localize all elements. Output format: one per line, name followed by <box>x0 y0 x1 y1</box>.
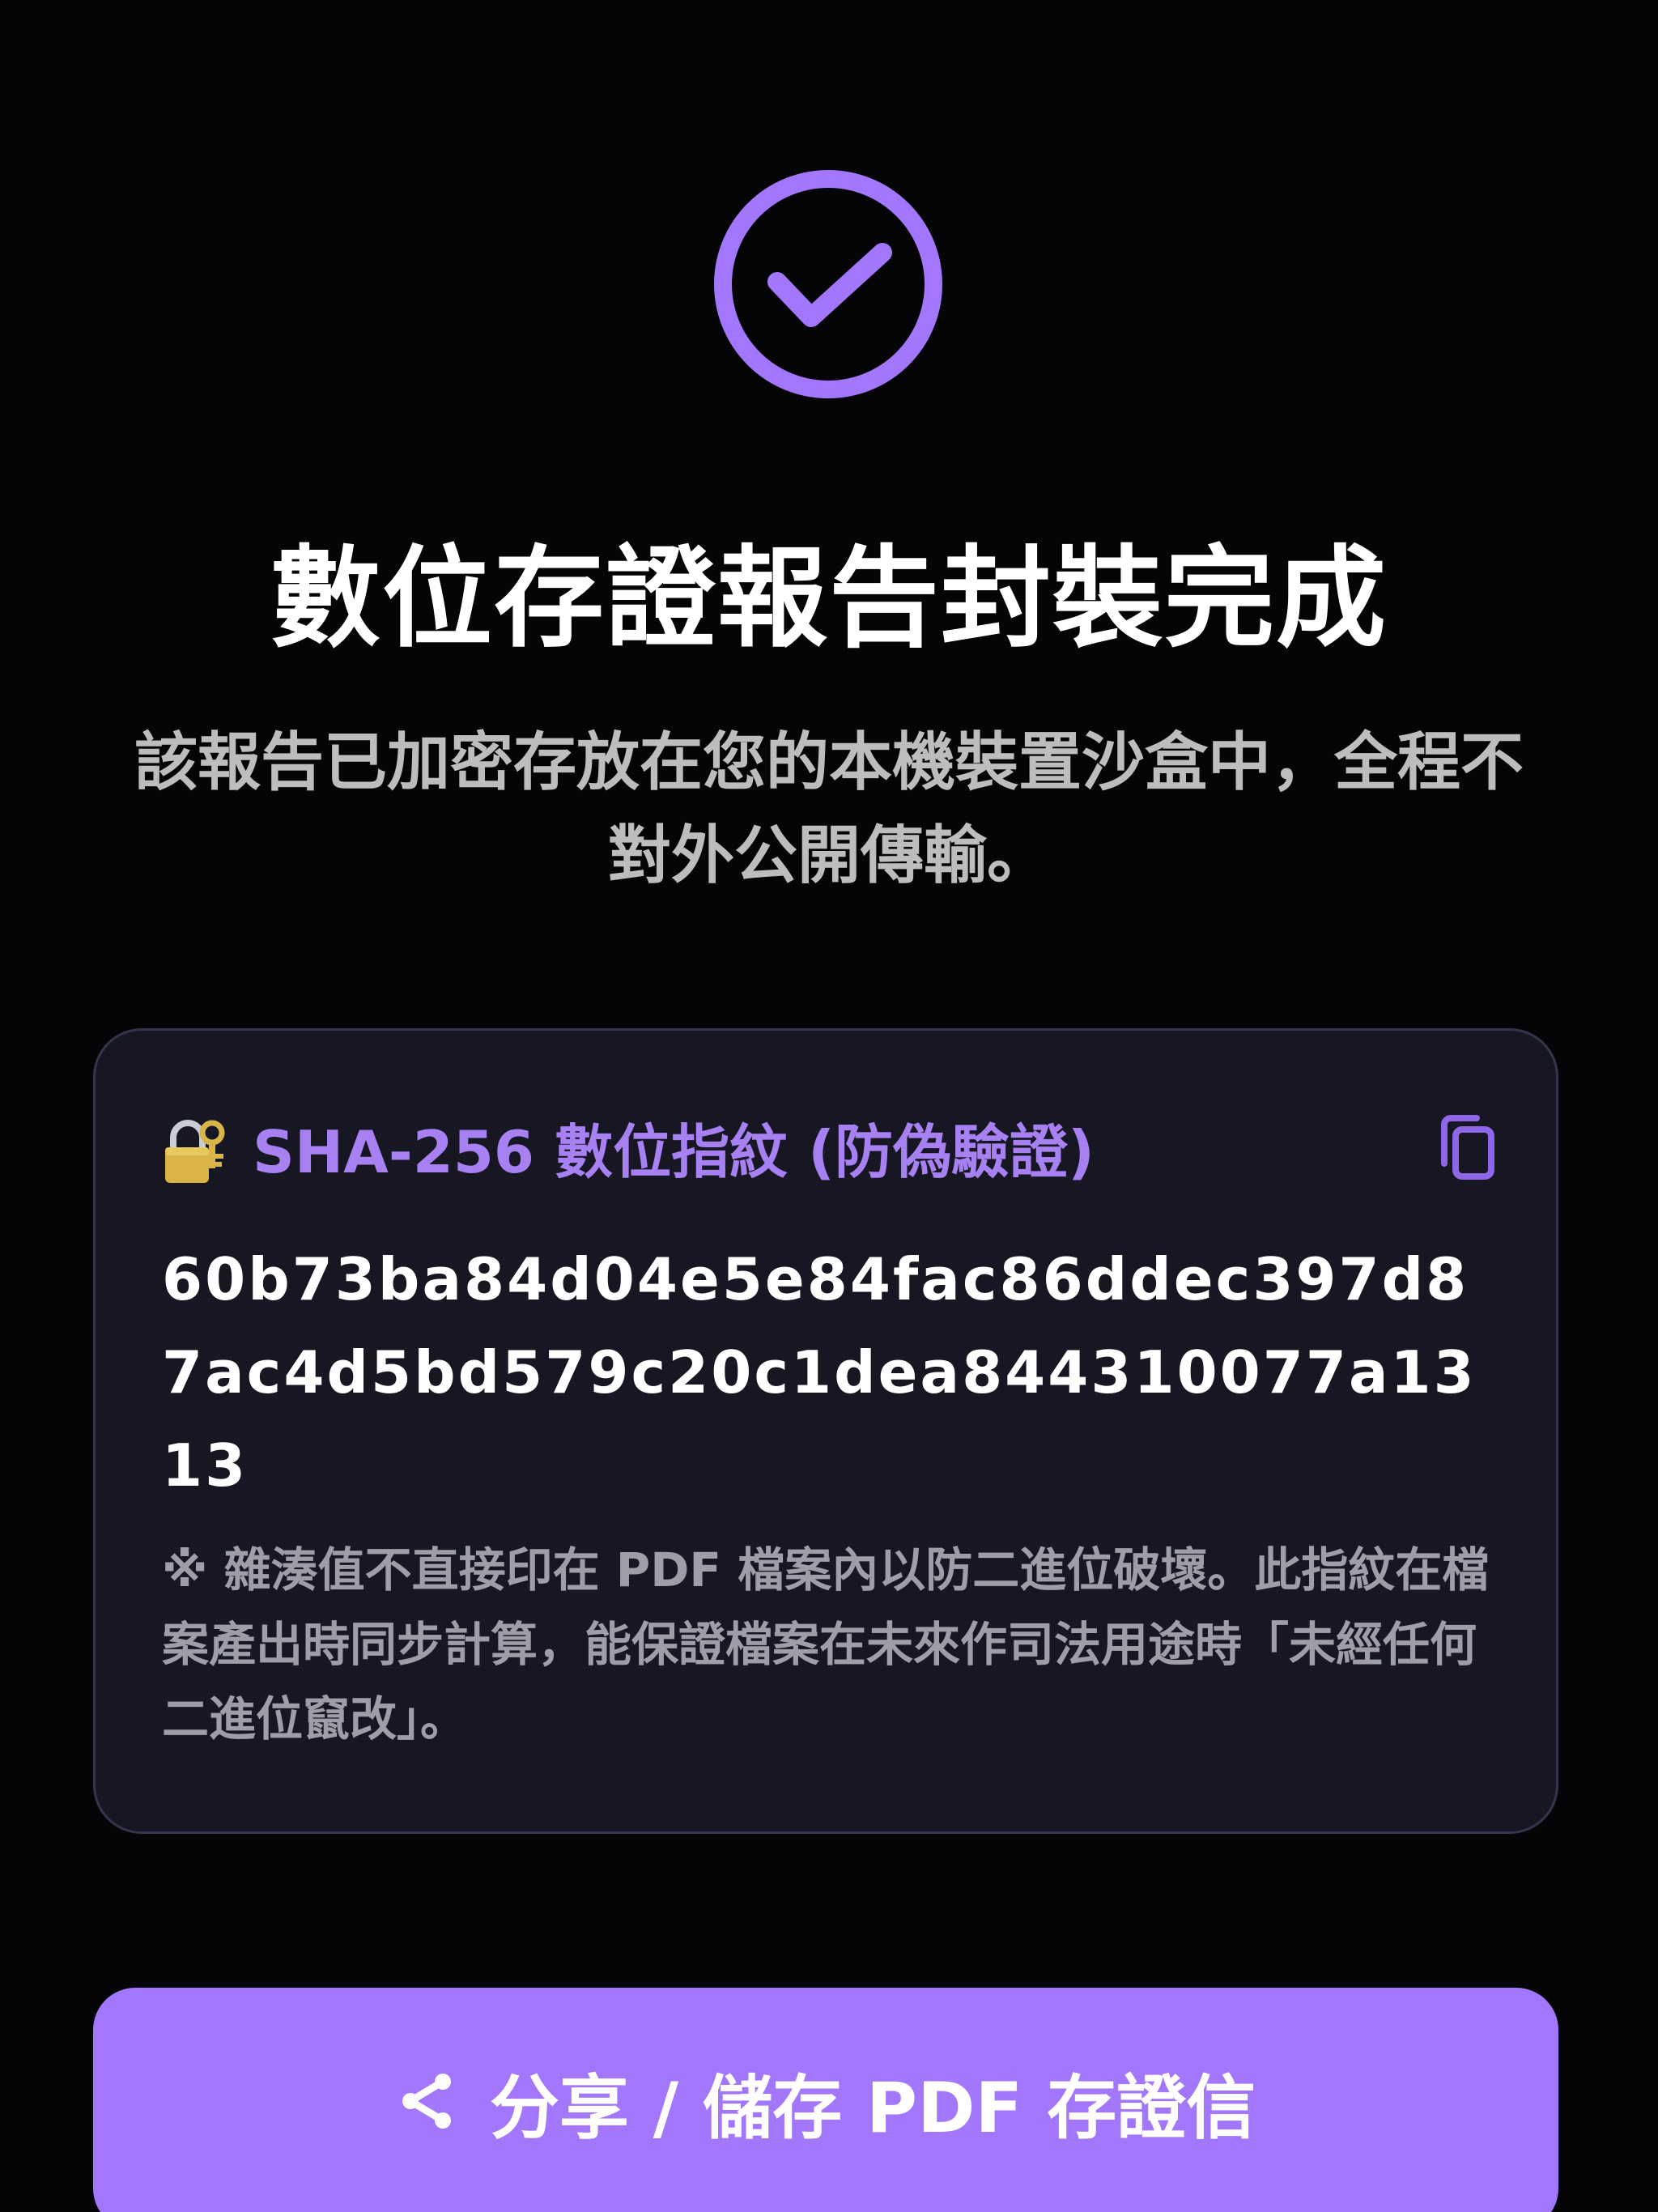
fingerprint-note: ※ 雜湊值不直接印在 PDF 檔案內以防二進位破壞。此指紋在檔案產出時同步計算，… <box>162 1542 1490 1746</box>
check-circle-icon <box>714 170 942 398</box>
sha256-hash-value: 60b73ba84d04e5e84fac86ddec397d87ac4d5bd5… <box>162 1245 1477 1499</box>
share-icon <box>402 2074 451 2129</box>
fingerprint-card-header: SHA-256 數位指紋 (防偽驗證) <box>162 1112 1498 1201</box>
page-subtitle: 該報告已加密存放在您的本機裝置沙盒中，全程不對外公開傳輸。 <box>134 726 1524 892</box>
fingerprint-card: SHA-256 數位指紋 (防偽驗證) 60b73ba84d04e5e84fac… <box>93 1028 1558 1834</box>
locked-with-key-icon <box>165 1120 225 1183</box>
fingerprint-title: SHA-256 數位指紋 (防偽驗證) <box>253 1118 1095 1186</box>
page-title: 數位存證報告封裝完成 <box>270 535 1388 663</box>
share-button-label: 分享 / 儲存 PDF 存證信 <box>489 2067 1256 2149</box>
completion-screen: 數位存證報告封裝完成 該報告已加密存放在您的本機裝置沙盒中，全程不對外公開傳輸。… <box>0 0 1658 2212</box>
copy-icon[interactable] <box>1438 1113 1498 1181</box>
share-save-pdf-button[interactable]: 分享 / 儲存 PDF 存證信 <box>93 1988 1558 2212</box>
share-button-content: 分享 / 儲存 PDF 存證信 <box>93 1988 1558 2212</box>
